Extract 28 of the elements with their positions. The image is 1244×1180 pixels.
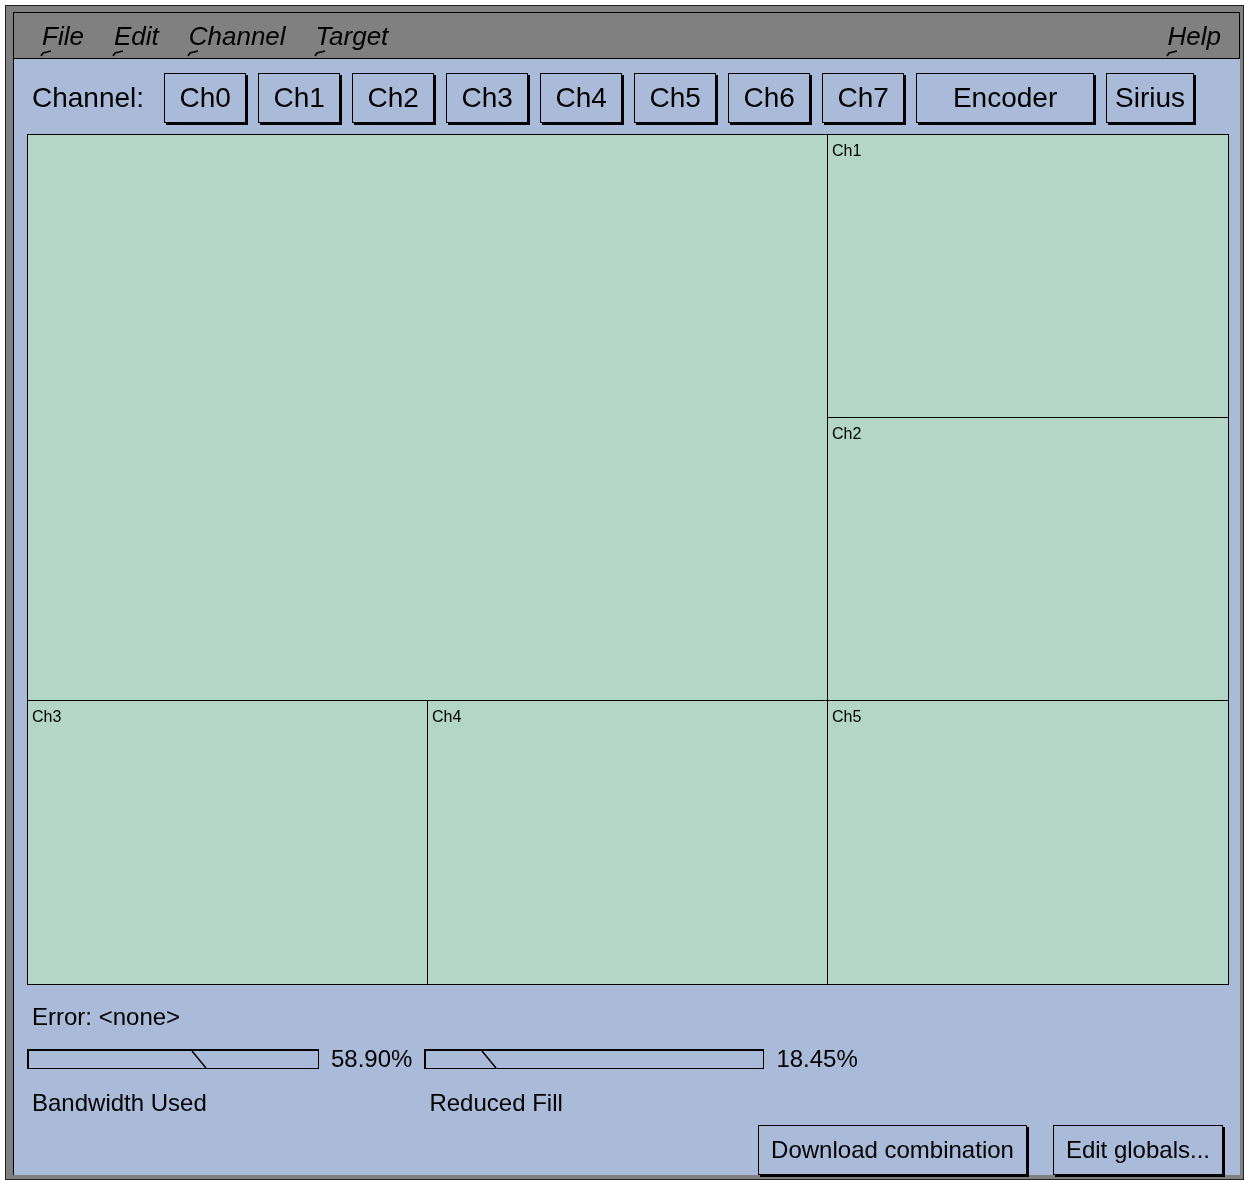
channel-button[interactable]: Ch1 [258, 73, 341, 123]
menu-item[interactable]: Edit [113, 22, 159, 49]
action-button[interactable]: Edit globals... [1052, 1125, 1223, 1175]
gauge-label: Bandwidth Used [32, 1088, 208, 1118]
panel-label: Ch5 [832, 707, 862, 727]
panel-label: Ch4 [432, 707, 462, 727]
menu-item[interactable]: Target [315, 22, 389, 49]
menu-item[interactable]: File [42, 22, 84, 49]
gauge-label: Reduced Fill [429, 1088, 564, 1118]
channel-button[interactable]: Ch4 [540, 73, 623, 123]
channel-button[interactable]: Encoder [916, 73, 1095, 123]
channel-button[interactable]: Ch3 [446, 73, 529, 123]
panel-label: Ch2 [832, 424, 862, 444]
channel-label: Channel: [32, 81, 145, 115]
menu-item[interactable]: Help [1167, 22, 1221, 49]
panel-label: Ch1 [832, 141, 862, 161]
gauge-reading: 58.90% [331, 1044, 413, 1074]
channel-button[interactable]: Ch5 [634, 73, 717, 123]
panel-label: Ch3 [32, 707, 62, 727]
channel-button[interactable]: Ch2 [352, 73, 435, 123]
error-message: Error: <none> [32, 1002, 182, 1032]
action-button[interactable]: Download combination [758, 1125, 1027, 1175]
gauge-reading: 18.45% [776, 1044, 858, 1074]
channel-button[interactable]: Ch0 [164, 73, 247, 123]
channel-button[interactable]: Ch7 [822, 73, 905, 123]
menu-item[interactable]: Channel [188, 22, 286, 49]
channel-button[interactable]: Ch6 [728, 73, 811, 123]
channel-button[interactable]: Sirius [1106, 73, 1195, 123]
